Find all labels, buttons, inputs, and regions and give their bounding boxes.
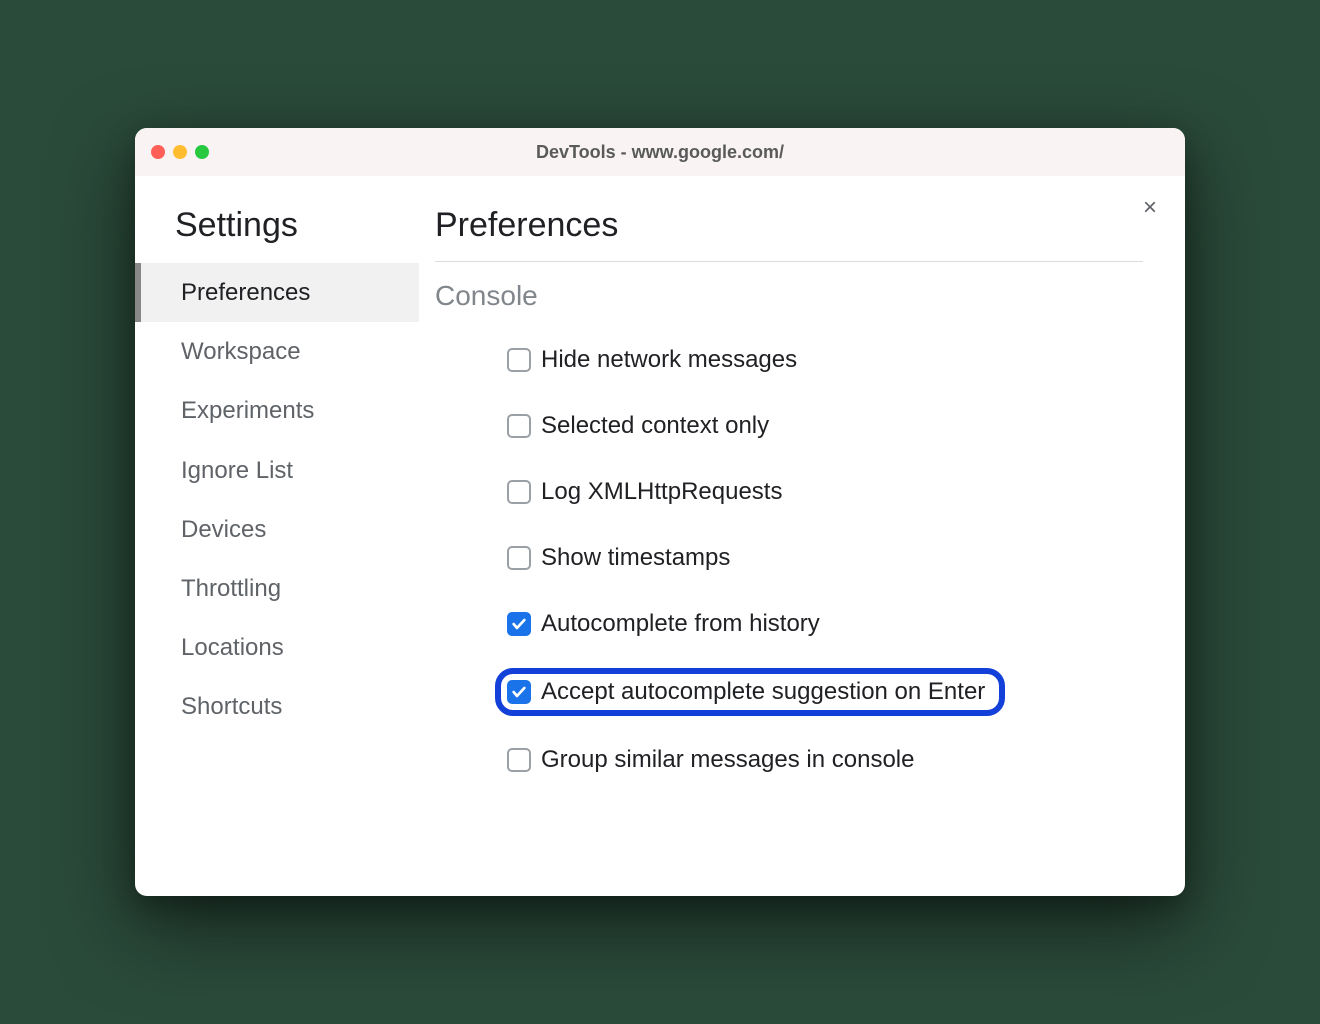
- sidebar-item-locations[interactable]: Locations: [135, 618, 419, 677]
- option-label: Show timestamps: [541, 544, 730, 572]
- option-label: Group similar messages in console: [541, 746, 915, 774]
- option-label: Selected context only: [541, 412, 769, 440]
- checkbox[interactable]: [507, 348, 531, 372]
- window-title: DevTools - www.google.com/: [536, 142, 784, 163]
- option-row[interactable]: Selected context only: [495, 404, 1143, 448]
- sidebar-item-label: Devices: [181, 516, 266, 543]
- sidebar-item-workspace[interactable]: Workspace: [135, 322, 419, 381]
- sidebar-item-label: Experiments: [181, 397, 314, 424]
- sidebar-item-label: Shortcuts: [181, 693, 282, 720]
- checkbox[interactable]: [507, 546, 531, 570]
- sidebar-item-shortcuts[interactable]: Shortcuts: [135, 677, 419, 736]
- section-title: Console: [435, 280, 1143, 312]
- sidebar-item-label: Preferences: [181, 279, 310, 306]
- checkbox[interactable]: [507, 612, 531, 636]
- checkbox[interactable]: [507, 480, 531, 504]
- option-row[interactable]: Group similar messages in console: [495, 738, 1143, 782]
- checkbox[interactable]: [507, 680, 531, 704]
- minimize-window-button[interactable]: [173, 145, 187, 159]
- option-row[interactable]: Show timestamps: [495, 536, 1143, 580]
- sidebar-item-label: Ignore List: [181, 457, 293, 484]
- close-settings-button[interactable]: ×: [1143, 196, 1157, 220]
- sidebar-items: Preferences Workspace Experiments Ignore Li…: [135, 263, 419, 737]
- settings-sidebar: Settings Preferences Workspace Experiments…: [135, 176, 419, 896]
- option-row[interactable]: Log XMLHttpRequests: [495, 470, 1143, 514]
- sidebar-item-devices[interactable]: Devices: [135, 500, 419, 559]
- maximize-window-button[interactable]: [195, 145, 209, 159]
- main-panel: Preferences Console Hide network message…: [419, 176, 1185, 896]
- option-row[interactable]: Accept autocomplete suggestion on Enter: [495, 668, 1005, 716]
- main-title: Preferences: [435, 206, 1143, 262]
- sidebar-item-ignore-list[interactable]: Ignore List: [135, 441, 419, 500]
- option-row[interactable]: Autocomplete from history: [495, 602, 1143, 646]
- option-label: Hide network messages: [541, 346, 797, 374]
- sidebar-item-experiments[interactable]: Experiments: [135, 381, 419, 440]
- sidebar-item-label: Throttling: [181, 575, 281, 602]
- option-label: Autocomplete from history: [541, 610, 820, 638]
- close-window-button[interactable]: [151, 145, 165, 159]
- checkbox[interactable]: [507, 748, 531, 772]
- option-label: Accept autocomplete suggestion on Enter: [541, 678, 985, 706]
- sidebar-item-throttling[interactable]: Throttling: [135, 559, 419, 618]
- option-row[interactable]: Hide network messages: [495, 338, 1143, 382]
- option-label: Log XMLHttpRequests: [541, 478, 782, 506]
- sidebar-item-label: Workspace: [181, 338, 301, 365]
- sidebar-title: Settings: [135, 206, 419, 263]
- content-area: × Settings Preferences Workspace Experimen…: [135, 176, 1185, 896]
- checkbox[interactable]: [507, 414, 531, 438]
- traffic-lights: [151, 145, 209, 159]
- devtools-window: DevTools - www.google.com/ × Settings Pr…: [135, 128, 1185, 896]
- options-list: Hide network messages Selected context on…: [435, 338, 1143, 782]
- window-titlebar: DevTools - www.google.com/: [135, 128, 1185, 176]
- sidebar-item-preferences[interactable]: Preferences: [135, 263, 419, 322]
- sidebar-item-label: Locations: [181, 634, 284, 661]
